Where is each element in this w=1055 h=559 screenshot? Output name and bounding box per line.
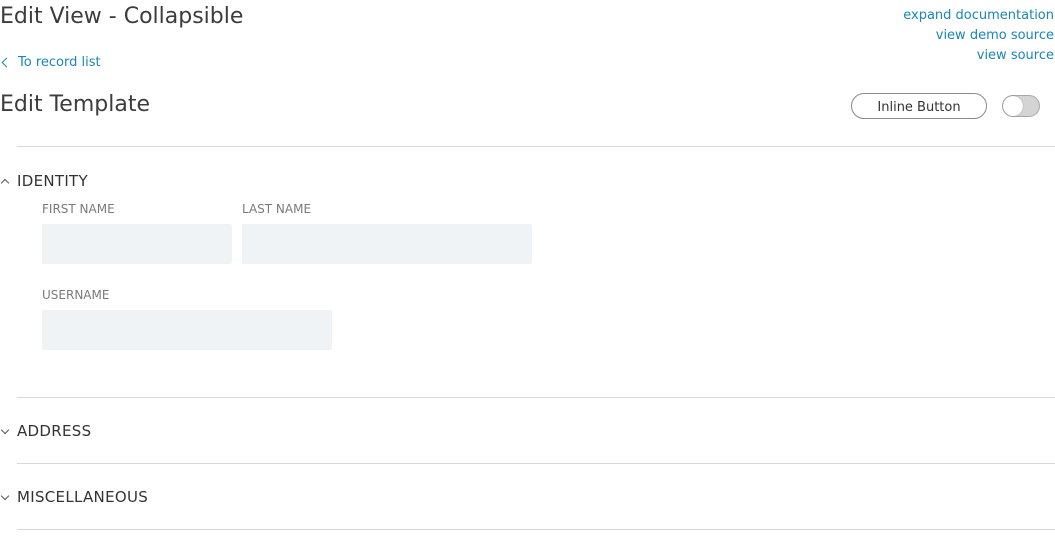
username-input[interactable] bbox=[42, 310, 332, 350]
chevron-left-icon bbox=[1, 57, 12, 68]
page-title: Edit View - Collapsible bbox=[0, 4, 244, 29]
toggle-switch[interactable] bbox=[1002, 95, 1040, 117]
last-name-label: LAST NAME bbox=[242, 202, 312, 216]
group-header-miscellaneous[interactable]: MISCELLANEOUS bbox=[0, 485, 148, 509]
view-source-link[interactable]: view source bbox=[903, 46, 1054, 66]
divider bbox=[17, 529, 1055, 530]
back-link-label: To record list bbox=[18, 55, 101, 70]
chevron-up-icon bbox=[0, 178, 10, 188]
divider bbox=[17, 463, 1055, 464]
chevron-down-icon bbox=[0, 491, 10, 500]
divider bbox=[17, 146, 1055, 147]
last-name-input[interactable] bbox=[242, 224, 532, 264]
group-label-identity: IDENTITY bbox=[17, 172, 88, 190]
back-to-record-list-link[interactable]: To record list bbox=[0, 55, 101, 70]
view-demo-source-link[interactable]: view demo source bbox=[903, 26, 1054, 46]
group-label-miscellaneous: MISCELLANEOUS bbox=[17, 488, 149, 506]
group-header-identity[interactable]: IDENTITY bbox=[0, 169, 88, 193]
chevron-down-icon bbox=[0, 425, 10, 434]
toggle-knob bbox=[1003, 96, 1023, 116]
edit-template-title: Edit Template bbox=[0, 92, 150, 117]
username-label: USERNAME bbox=[42, 288, 110, 302]
group-header-address[interactable]: ADDRESS bbox=[0, 419, 91, 443]
divider bbox=[17, 397, 1055, 398]
first-name-input[interactable] bbox=[42, 224, 232, 264]
first-name-label: FIRST NAME bbox=[42, 202, 115, 216]
inline-button[interactable]: Inline Button bbox=[851, 93, 987, 119]
doc-links: expand documentation view demo source vi… bbox=[903, 6, 1054, 66]
expand-documentation-link[interactable]: expand documentation bbox=[903, 6, 1054, 26]
group-label-address: ADDRESS bbox=[17, 422, 92, 440]
